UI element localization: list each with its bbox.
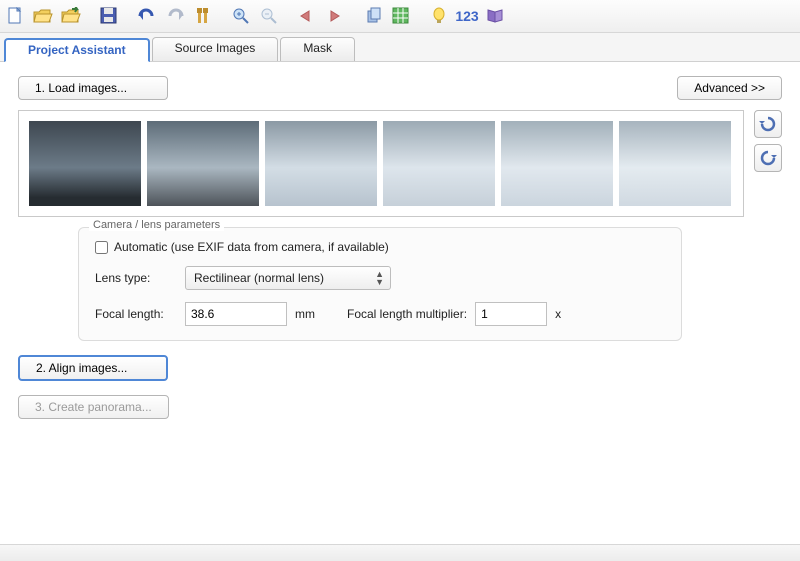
thumbnail[interactable] (383, 121, 495, 206)
save-icon[interactable] (98, 5, 120, 27)
book-icon[interactable] (484, 5, 506, 27)
redo-icon[interactable] (164, 5, 186, 27)
recent-folder-icon[interactable] (60, 5, 82, 27)
tab-bar: Project Assistant Source Images Mask (0, 33, 800, 62)
panel-project-assistant: 1. Load images... Advanced >> Camera / l… (0, 62, 800, 429)
x-label: x (555, 307, 561, 321)
rotate-cw-icon[interactable] (754, 144, 782, 172)
camera-lens-group: Camera / lens parameters Automatic (use … (78, 227, 682, 341)
camera-group-title: Camera / lens parameters (89, 219, 224, 231)
open-folder-icon[interactable] (32, 5, 54, 27)
multiplier-label: Focal length multiplier: (347, 307, 467, 321)
zoom-in-icon[interactable] (230, 5, 252, 27)
focal-length-label: Focal length: (95, 307, 185, 321)
create-panorama-button[interactable]: 3. Create panorama... (18, 395, 169, 419)
new-file-icon[interactable] (4, 5, 26, 27)
numbers-icon[interactable]: 123 (456, 5, 478, 27)
lightbulb-icon[interactable] (428, 5, 450, 27)
focal-length-input[interactable] (185, 302, 287, 326)
thumbnail[interactable] (147, 121, 259, 206)
lens-type-label: Lens type: (95, 271, 185, 285)
arrow-left-icon[interactable] (296, 5, 318, 27)
thumbnail-strip (18, 110, 744, 217)
load-images-button[interactable]: 1. Load images... (18, 76, 168, 100)
thumbnail[interactable] (29, 121, 141, 206)
chevron-updown-icon: ▲▼ (375, 270, 384, 286)
lens-type-value: Rectilinear (normal lens) (194, 271, 324, 285)
multi-page-icon[interactable] (362, 5, 384, 27)
tools-icon[interactable] (192, 5, 214, 27)
zoom-out-icon[interactable] (258, 5, 280, 27)
thumbnail[interactable] (619, 121, 731, 206)
align-images-button[interactable]: 2. Align images... (18, 355, 168, 381)
mm-label: mm (295, 307, 315, 321)
status-bar (0, 544, 800, 561)
undo-icon[interactable] (136, 5, 158, 27)
advanced-button[interactable]: Advanced >> (677, 76, 782, 100)
thumbnail[interactable] (265, 121, 377, 206)
tab-source-images[interactable]: Source Images (152, 37, 279, 61)
automatic-label: Automatic (use EXIF data from camera, if… (114, 240, 389, 254)
main-toolbar: 123 (0, 0, 800, 33)
thumbnail[interactable] (501, 121, 613, 206)
grid-icon[interactable] (390, 5, 412, 27)
multiplier-input[interactable] (475, 302, 547, 326)
arrow-right-icon[interactable] (324, 5, 346, 27)
automatic-checkbox[interactable] (95, 241, 108, 254)
rotate-ccw-icon[interactable] (754, 110, 782, 138)
lens-type-select[interactable]: Rectilinear (normal lens) ▲▼ (185, 266, 391, 290)
tab-mask[interactable]: Mask (280, 37, 355, 61)
tab-project-assistant[interactable]: Project Assistant (4, 38, 150, 62)
